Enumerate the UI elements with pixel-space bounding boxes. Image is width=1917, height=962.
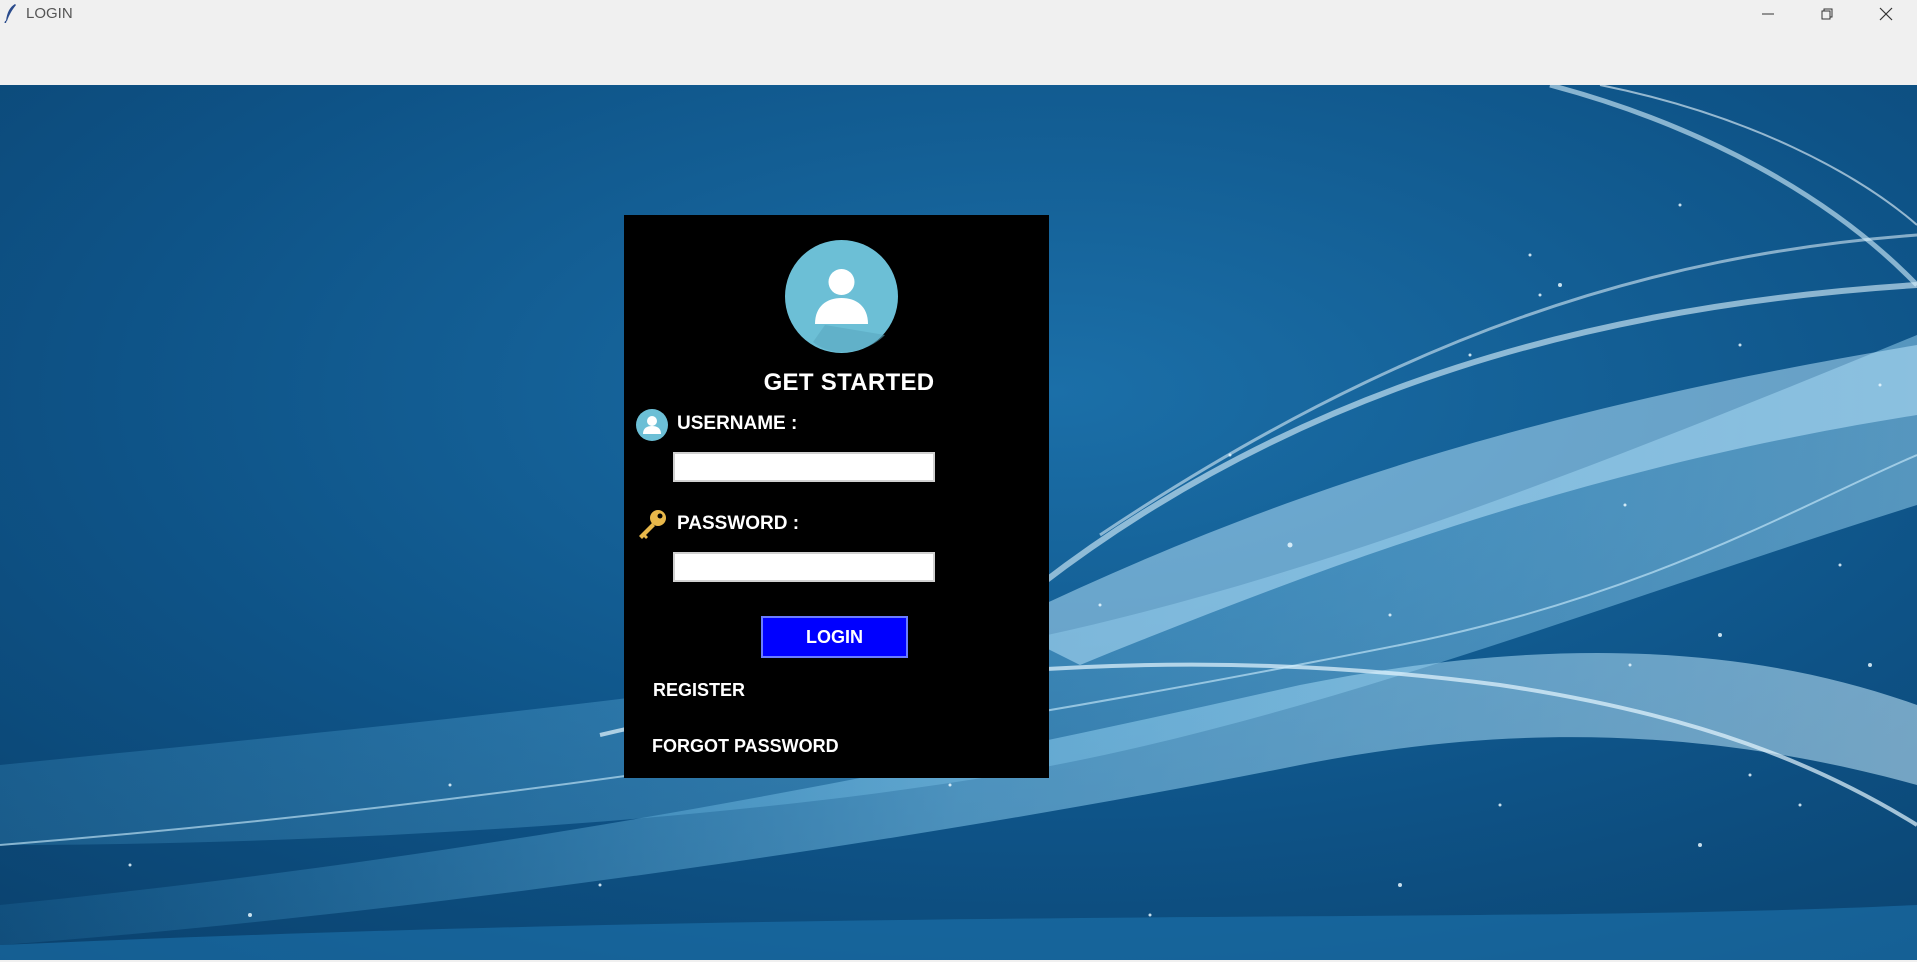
password-label: PASSWORD : — [677, 513, 800, 534]
feather-icon — [4, 4, 16, 23]
forgot-password-link[interactable]: FORGOT PASSWORD — [652, 736, 839, 757]
page-title: GET STARTED — [763, 369, 935, 396]
password-field[interactable] — [673, 552, 935, 582]
restore-icon — [1821, 8, 1833, 19]
register-link[interactable]: REGISTER — [653, 680, 745, 701]
title-bar: LOGIN — [0, 0, 1917, 27]
minimize-icon — [1762, 13, 1774, 14]
login-button[interactable]: LOGIN — [761, 616, 908, 658]
user-icon — [636, 409, 668, 441]
close-button[interactable] — [1857, 0, 1915, 27]
login-window: LOGIN GET STARTED USERNAME: PASSWORD: … — [0, 0, 1917, 962]
username-field[interactable] — [673, 452, 935, 482]
close-icon — [1879, 7, 1893, 20]
login-panel: GET STARTED USERNAME : PASSWORD : LOGIN … — [624, 215, 1049, 778]
user-avatar-icon — [785, 240, 898, 353]
username-label: USERNAME : — [677, 413, 798, 434]
key-icon — [639, 510, 666, 539]
toolbar-area — [0, 27, 1917, 85]
minimize-button[interactable] — [1739, 0, 1797, 27]
window-title: LOGIN — [26, 5, 73, 22]
restore-button[interactable] — [1798, 0, 1856, 27]
